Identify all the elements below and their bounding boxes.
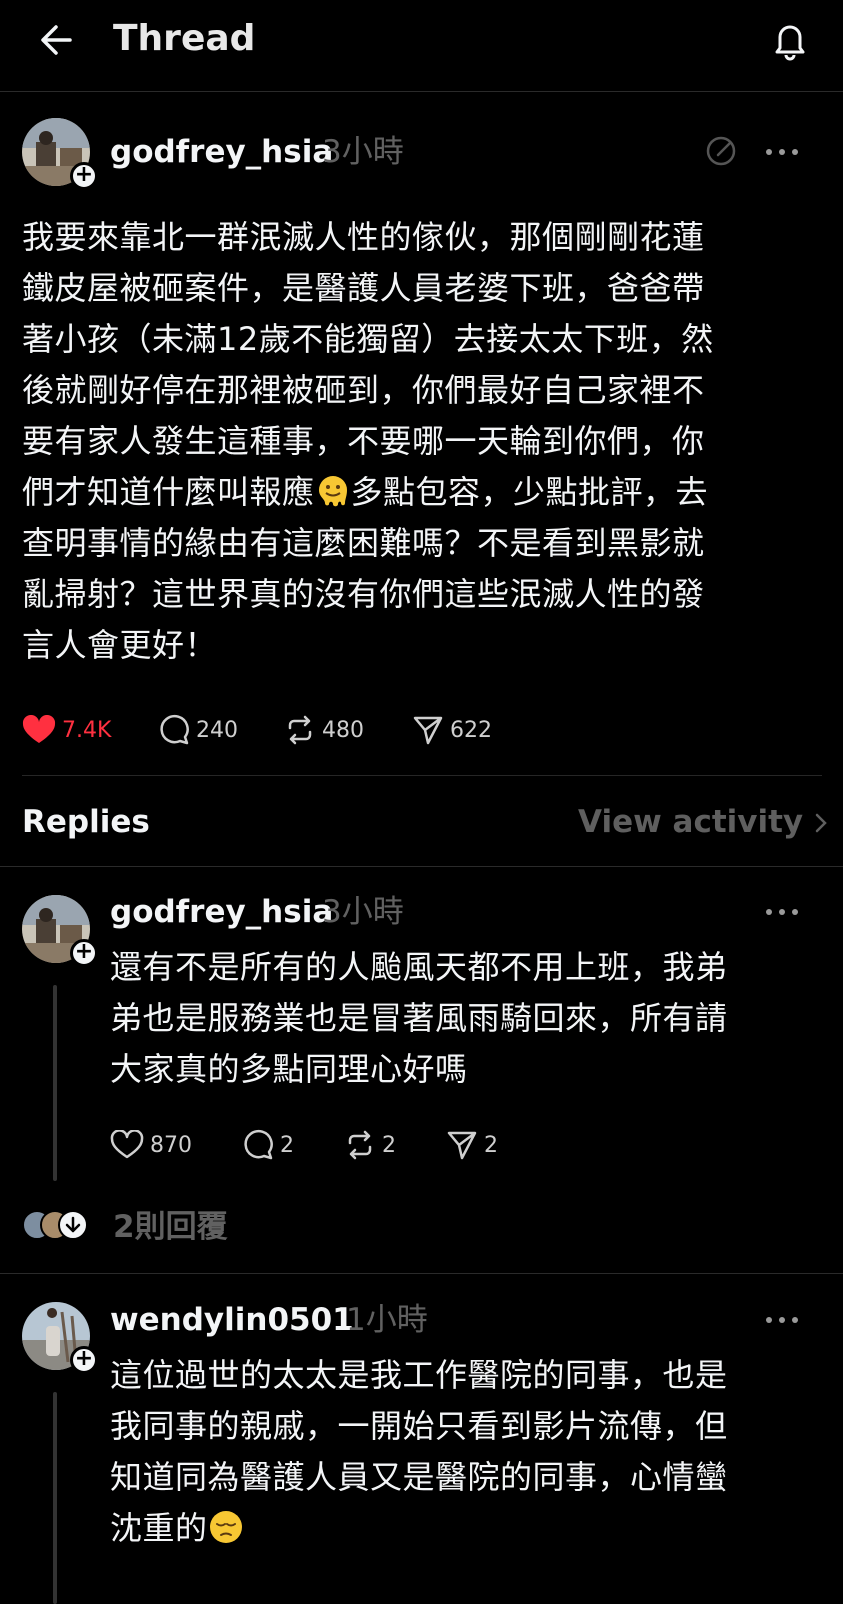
share-button[interactable]: 2: [446, 1127, 498, 1163]
post-line: 查明事情的緣由有這麼困難嗎？不是看到黑影就: [22, 524, 705, 562]
more-options-icon[interactable]: [762, 144, 802, 160]
post-line: 言人會更好！: [22, 626, 218, 664]
share-icon: [413, 716, 443, 745]
more-options-icon[interactable]: [762, 1312, 802, 1328]
reply-line: 知道同為醫護人員又是醫院的同事，心情蠻: [110, 1458, 728, 1496]
divider: [22, 775, 822, 776]
thread-connector-line: [53, 985, 57, 1181]
share-count: 622: [450, 717, 492, 743]
reply-line: 還有不是所有的人颱風天都不用上班，我弟: [110, 948, 728, 986]
repost-count: 2: [382, 1132, 396, 1158]
repost-button[interactable]: 2: [344, 1127, 396, 1163]
divider: [0, 866, 843, 867]
divider: [0, 1273, 843, 1274]
comment-count: 2: [280, 1132, 294, 1158]
reply-line: 大家真的多點同理心好嗎: [110, 1050, 468, 1088]
share-count: 2: [484, 1132, 498, 1158]
reply-line-part: 沈重的: [110, 1509, 208, 1547]
view-activity-link[interactable]: View activity: [578, 800, 828, 844]
post-username[interactable]: godfrey_hsia: [110, 132, 333, 172]
comment-button[interactable]: 240: [158, 712, 238, 748]
reply-username[interactable]: godfrey_hsia: [110, 892, 333, 932]
like-button[interactable]: 870: [110, 1127, 192, 1163]
follow-plus-icon[interactable]: +: [70, 939, 98, 967]
comment-icon: [160, 714, 189, 745]
post-line-with-emoji: 們才知道什麼叫報應 多點包容，少點批評，去: [22, 467, 714, 518]
follow-plus-icon[interactable]: +: [70, 162, 98, 190]
post-line: 亂掃射？這世界真的沒有你們這些泯滅人性的發: [22, 575, 705, 613]
bell-icon[interactable]: [768, 18, 812, 62]
reply-line: 這位過世的太太是我工作醫院的同事，也是: [110, 1356, 728, 1394]
edit-icon[interactable]: [705, 134, 739, 168]
post-line: 要有家人發生這種事，不要哪一天輪到你們，你: [22, 422, 705, 460]
share-icon: [447, 1131, 477, 1160]
post-line-part: 多點包容，少點批評，去: [350, 473, 709, 511]
reply-time: 3小時: [322, 894, 404, 930]
expand-down-icon: [58, 1210, 88, 1240]
page-title: Thread: [113, 18, 256, 59]
post-line: 我要來靠北一群泯滅人性的傢伙，那個剛剛花蓮: [22, 218, 705, 256]
reply-author-avatar[interactable]: +: [22, 895, 98, 967]
melting-face-emoji: [318, 476, 347, 507]
reply-body: 還有不是所有的人颱風天都不用上班，我弟 弟也是服務業也是冒著風雨騎回來，所有請 …: [110, 942, 728, 1095]
repost-button[interactable]: 480: [284, 712, 364, 748]
reply-body: 這位過世的太太是我工作醫院的同事，也是 我同事的親戚，一開始只看到影片流傳，但 …: [110, 1350, 728, 1554]
like-count: 870: [150, 1132, 192, 1158]
thread-connector-line: [53, 1392, 57, 1604]
comment-button[interactable]: 2: [242, 1127, 294, 1163]
reply-time: 1小時: [346, 1302, 428, 1338]
post-author-avatar[interactable]: +: [22, 118, 98, 190]
post-line: 著小孩（未滿12歲不能獨留）去接太太下班，然: [22, 320, 714, 358]
repost-icon: [348, 1130, 372, 1160]
like-button[interactable]: 7.4K: [22, 712, 111, 748]
reply-author-avatar[interactable]: +: [22, 1302, 98, 1374]
more-options-icon[interactable]: [762, 904, 802, 920]
post-time: 3小時: [322, 134, 404, 170]
reply-line: 我同事的親戚，一開始只看到影片流傳，但: [110, 1407, 728, 1445]
reply-participants[interactable]: [22, 1210, 94, 1242]
replies-heading: Replies: [22, 804, 150, 840]
repost-count: 480: [322, 717, 364, 743]
comment-icon: [244, 1129, 273, 1160]
post-line: 後就剛好停在那裡被砸到，你們最好自己家裡不: [22, 371, 705, 409]
heart-icon: [110, 1130, 144, 1159]
share-button[interactable]: 622: [412, 712, 492, 748]
reply-line-with-emoji: 沈重的: [110, 1503, 728, 1554]
heart-icon: [22, 715, 56, 743]
back-arrow-icon[interactable]: [36, 22, 76, 58]
like-count: 7.4K: [62, 717, 112, 743]
view-activity-label: View activity: [578, 804, 804, 840]
comment-count: 240: [196, 717, 238, 743]
chevron-right-icon: [815, 813, 827, 833]
follow-plus-icon[interactable]: +: [70, 1346, 98, 1374]
post-body: 我要來靠北一群泯滅人性的傢伙，那個剛剛花蓮 鐵皮屋被砸案件，是醫護人員老婆下班，…: [22, 212, 714, 671]
top-bar: Thread: [0, 0, 843, 92]
reply-username[interactable]: wendylin0501: [110, 1300, 354, 1340]
repost-icon: [288, 715, 312, 745]
pensive-face-emoji: [209, 1511, 242, 1543]
post-line: 鐵皮屋被砸案件，是醫護人員老婆下班，爸爸帶: [22, 269, 705, 307]
post-line-part: 們才知道什麼叫報應: [22, 473, 315, 511]
reply-line: 弟也是服務業也是冒著風雨騎回來，所有請: [110, 999, 728, 1037]
view-more-replies[interactable]: 2則回覆: [113, 1207, 228, 1247]
